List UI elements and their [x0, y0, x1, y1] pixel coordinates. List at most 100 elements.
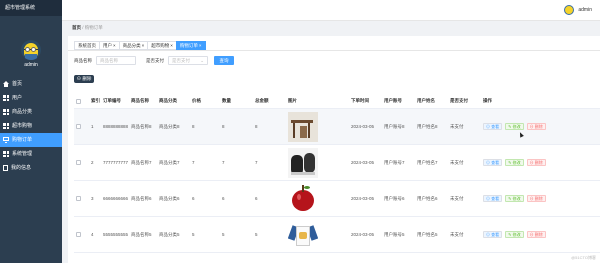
edit-button[interactable]: ✎ 修改 [505, 159, 524, 166]
app-title: 超市管理系统 [0, 0, 62, 16]
sidebar-item-system[interactable]: 系统管理 [0, 147, 62, 161]
view-button[interactable]: ⊙ 查看 [483, 231, 503, 238]
user-name: 用户姓名8 [417, 123, 438, 129]
tab-home[interactable]: 系统首页 [74, 41, 99, 50]
column-header: 下单时间 [351, 98, 369, 103]
admin-name: admin [24, 62, 38, 68]
row-checkbox[interactable] [76, 196, 81, 201]
order-number: 7777777777 [103, 160, 129, 165]
quantity: 6 [222, 196, 225, 201]
order-time: 2024-03-05 [351, 232, 375, 237]
chevron-down-icon: ⌄ [200, 58, 204, 63]
product-name-input[interactable]: 商品名称 [96, 56, 136, 65]
delete-button[interactable]: ⊖ 删除 [526, 231, 546, 238]
delete-button[interactable]: ⊖ 删除 [526, 123, 546, 130]
column-header: 操作 [483, 98, 492, 103]
view-button[interactable]: ⊙ 查看 [483, 159, 503, 166]
column-header: 是否支付 [450, 98, 468, 103]
order-number: 8888888888 [103, 124, 129, 129]
product-image-shirt[interactable] [288, 219, 318, 250]
delete-button[interactable]: ⊖ 删除 [526, 195, 546, 202]
tab-categories[interactable]: 商品分类× [118, 41, 148, 50]
breadcrumb-home[interactable]: 首页 [72, 25, 81, 30]
order-time: 2024-03-05 [351, 196, 375, 201]
query-button[interactable]: 查询 [214, 56, 234, 65]
total-amount: 7 [255, 160, 258, 165]
view-button[interactable]: ⊙ 查看 [483, 195, 503, 202]
row-index: 2 [91, 160, 94, 165]
quantity: 5 [222, 232, 225, 237]
grid-icon [3, 95, 9, 101]
document-icon [3, 165, 8, 171]
payment-status: 未支付 [450, 159, 464, 165]
total-amount: 5 [255, 232, 258, 237]
home-icon [3, 80, 9, 87]
row-checkbox[interactable] [76, 160, 81, 165]
sidebar-item-orders[interactable]: 购物订单 [0, 133, 62, 147]
order-time: 2024-03-05 [351, 124, 375, 129]
select-all-checkbox[interactable] [76, 98, 81, 104]
sidebar-item-shopping[interactable]: 超市购物 [0, 119, 62, 133]
grid-icon [3, 109, 9, 115]
product-category: 商品分类7 [159, 159, 180, 165]
main-panel: 系统首页 用户× 商品分类× 超市购物× 购物订单× 商品名称 商品名称 是否支… [68, 36, 600, 263]
close-icon[interactable]: × [170, 43, 173, 48]
delete-button[interactable]: ⊖ 删除 [526, 159, 546, 166]
column-header: 价格 [192, 98, 201, 103]
table-row[interactable]: 4 5555555555 商品名称5 商品分类5 5 5 5 2024-03-0… [74, 217, 600, 253]
sidebar-item-home[interactable]: 首页 [0, 77, 62, 91]
table-row[interactable]: 2 7777777777 商品名称7 商品分类7 7 7 7 2024-03-0… [74, 145, 600, 181]
edit-button[interactable]: ✎ 修改 [505, 195, 524, 202]
user-account: 用户账号7 [384, 159, 405, 165]
edit-button[interactable]: ✎ 修改 [505, 123, 524, 130]
row-checkbox[interactable] [76, 124, 81, 129]
close-icon[interactable]: × [113, 43, 116, 48]
user-name: 用户姓名6 [417, 195, 438, 201]
product-image-apple[interactable] [288, 183, 318, 214]
minion-avatar [21, 40, 41, 60]
sidebar-item-users[interactable]: 用户 [0, 91, 62, 105]
name-label: 商品名称 [74, 57, 92, 63]
edit-button[interactable]: ✎ 修改 [505, 231, 524, 238]
sidebar-item-label: 我的信息 [11, 165, 32, 171]
column-header: 图片 [288, 98, 297, 103]
monitor-icon [3, 137, 9, 143]
product-category: 商品分类5 [159, 231, 180, 237]
sidebar-item-label: 用户 [12, 95, 23, 101]
tab-shopping[interactable]: 超市购物× [147, 41, 176, 50]
order-time: 2024-03-05 [351, 160, 375, 165]
row-checkbox[interactable] [76, 232, 81, 237]
table-row[interactable]: 3 6666666666 商品名称6 商品分类6 6 6 6 2024-03-0… [74, 181, 600, 217]
batch-delete-button[interactable]: ⊖ 删除 [74, 75, 94, 83]
sidebar-item-profile[interactable]: 我的信息 [0, 161, 62, 175]
product-image-shoes[interactable] [288, 147, 318, 178]
paid-label: 是否支付 [146, 57, 164, 63]
product-image-table[interactable] [288, 111, 318, 142]
close-icon[interactable]: × [142, 43, 145, 48]
column-header: 总金额 [255, 98, 269, 103]
sidebar-item-categories[interactable]: 商品分类 [0, 105, 62, 119]
orders-table: 索引 订单编号 商品名称 商品分类 价格 数量 总金额 图片 下单时间 用户账号… [74, 94, 600, 253]
order-number: 6666666666 [103, 196, 129, 201]
product-name: 商品名称5 [131, 231, 152, 237]
row-index: 4 [91, 232, 94, 237]
tab-orders[interactable]: 购物订单× [175, 41, 206, 50]
price: 7 [192, 160, 195, 165]
view-button[interactable]: ⊙ 查看 [483, 123, 503, 130]
tab-users[interactable]: 用户× [99, 41, 119, 50]
column-header: 订单编号 [103, 98, 121, 103]
user-menu[interactable]: admin [564, 5, 592, 15]
user-name: 用户姓名5 [417, 231, 438, 237]
breadcrumb: 首页 / 购物订单 [72, 25, 103, 31]
price: 6 [192, 196, 195, 201]
total-amount: 8 [255, 124, 258, 129]
delete-icon: ⊖ [76, 76, 82, 81]
close-icon[interactable]: × [199, 43, 202, 48]
sidebar-item-label: 首页 [12, 81, 23, 87]
sidebar-item-label: 购物订单 [12, 137, 33, 143]
table-row[interactable]: 1 8888888888 商品名称8 商品分类8 8 8 8 2024-03-0… [74, 109, 600, 145]
breadcrumb-current: 购物订单 [84, 25, 103, 30]
paid-select[interactable]: 是否支付 ⌄ [168, 56, 208, 65]
tab-bar: 系统首页 用户× 商品分类× 超市购物× 购物订单× [74, 41, 206, 50]
grid-icon [3, 123, 9, 129]
